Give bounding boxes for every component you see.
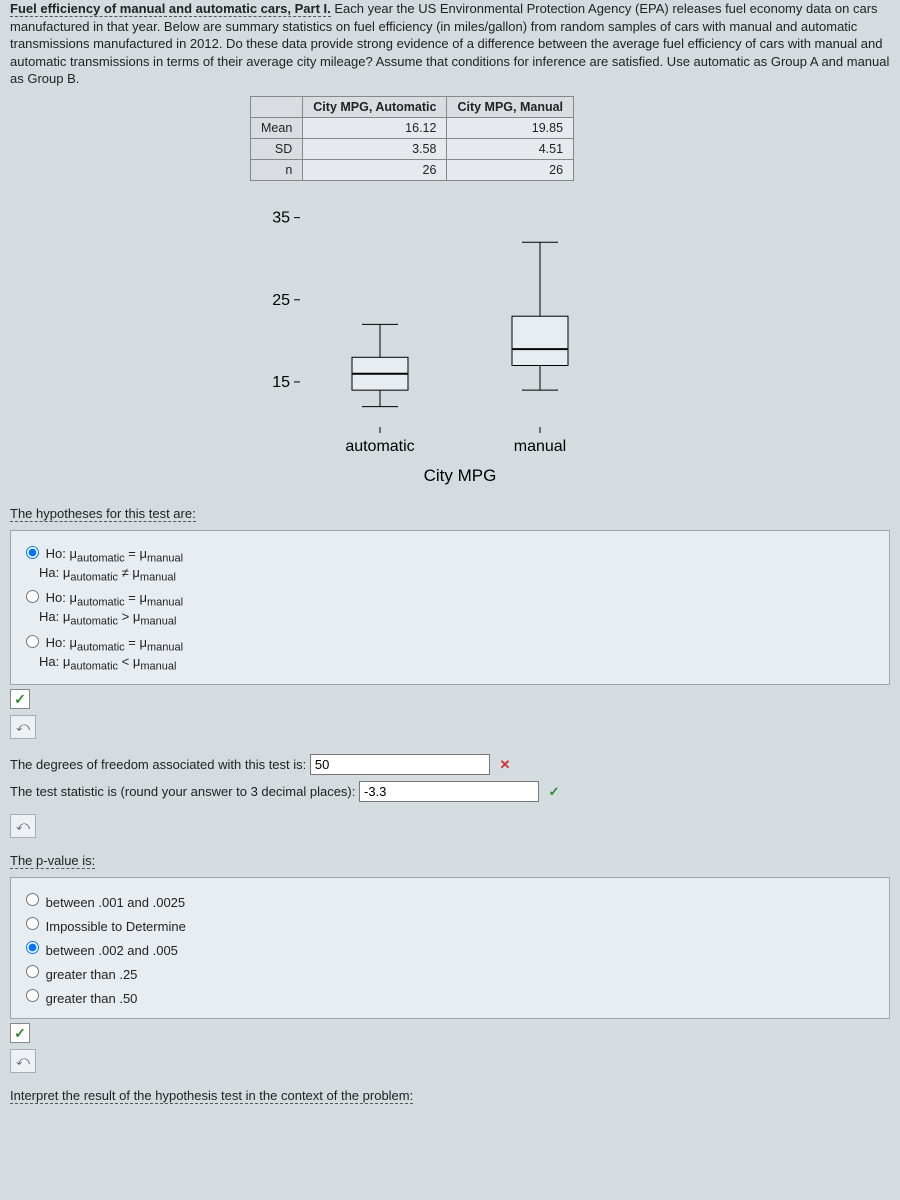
pvalue-box: between .001 and .0025 Impossible to Det… — [10, 877, 890, 1019]
svg-text:35: 35 — [272, 209, 290, 226]
numeric-section: The degrees of freedom associated with t… — [10, 754, 890, 838]
df-input[interactable] — [310, 754, 490, 775]
pvalue-radio-4[interactable] — [26, 989, 39, 1002]
retry-icon[interactable]: ⤺ — [10, 814, 36, 838]
pvalue-radio-3[interactable] — [26, 965, 39, 978]
check-icon: ✓ — [10, 689, 30, 709]
ts-label: The test statistic is (round your answer… — [10, 784, 355, 799]
pvalue-radio-0[interactable] — [26, 893, 39, 906]
check-icon: ✓ — [549, 784, 560, 799]
hypothesis-label-1: Ho: μautomatic = μmanualHa: μautomatic >… — [21, 590, 183, 624]
pvalue-label-3: greater than .25 — [46, 967, 138, 982]
interpret-label: Interpret the result of the hypothesis t… — [10, 1088, 413, 1104]
pvalue-label-0: between .001 and .0025 — [46, 895, 186, 910]
interpret-section: Interpret the result of the hypothesis t… — [10, 1088, 890, 1108]
svg-text:automatic: automatic — [345, 438, 414, 455]
hypotheses-section: The hypotheses for this test are: Ho: μa… — [10, 506, 890, 739]
boxplot-chart: 15 25 35 automatic manual City MPG — [230, 183, 890, 496]
ts-input[interactable] — [359, 781, 539, 802]
intro-text: Fuel efficiency of manual and automatic … — [10, 0, 890, 88]
check-icon: ✓ — [10, 1023, 30, 1043]
summary-table: City MPG, Automatic City MPG, Manual Mea… — [250, 96, 574, 181]
pvalue-section: The p-value is: between .001 and .0025 I… — [10, 853, 890, 1073]
pvalue-label-1: Impossible to Determine — [46, 919, 186, 934]
hypothesis-label-0: Ho: μautomatic = μmanualHa: μautomatic ≠… — [21, 546, 183, 580]
pvalue-label: The p-value is: — [10, 853, 95, 869]
hypothesis-radio-0[interactable] — [26, 546, 39, 559]
hypothesis-radio-1[interactable] — [26, 590, 39, 603]
svg-text:City MPG: City MPG — [424, 466, 497, 485]
hypotheses-label: The hypotheses for this test are: — [10, 506, 196, 522]
hypothesis-radio-2[interactable] — [26, 635, 39, 648]
hypotheses-box: Ho: μautomatic = μmanualHa: μautomatic ≠… — [10, 530, 890, 685]
pvalue-radio-2[interactable] — [26, 941, 39, 954]
retry-icon[interactable]: ⤺ — [10, 1049, 36, 1073]
pvalue-label-2: between .002 and .005 — [46, 943, 178, 958]
svg-text:25: 25 — [272, 292, 290, 309]
svg-text:manual: manual — [514, 438, 566, 455]
pvalue-radio-1[interactable] — [26, 917, 39, 930]
retry-icon[interactable]: ⤺ — [10, 715, 36, 739]
svg-text:15: 15 — [272, 374, 290, 391]
hypothesis-label-2: Ho: μautomatic = μmanualHa: μautomatic <… — [21, 635, 183, 669]
pvalue-label-4: greater than .50 — [46, 991, 138, 1006]
df-label: The degrees of freedom associated with t… — [10, 757, 306, 772]
x-icon: ✕ — [500, 757, 511, 772]
